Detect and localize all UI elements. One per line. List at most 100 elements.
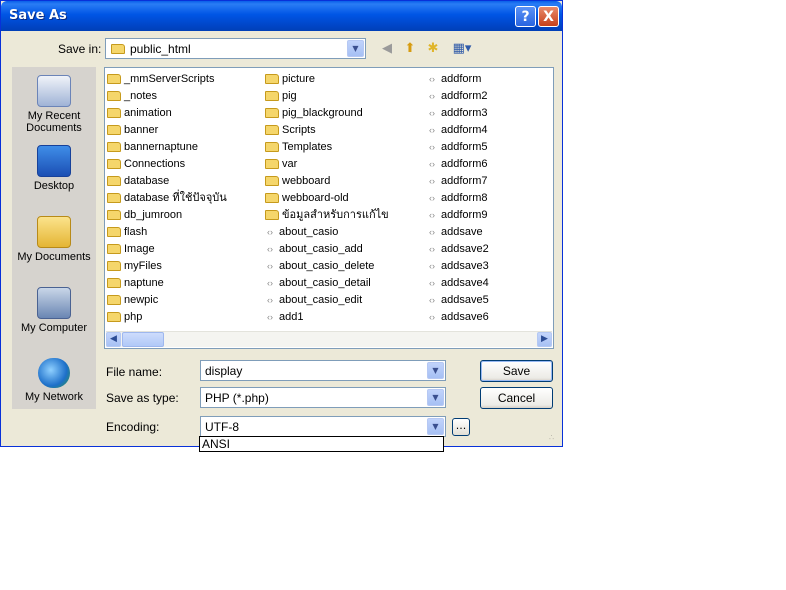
php-file-icon: ‹› (267, 312, 273, 322)
folder-item[interactable]: webboard (265, 173, 330, 189)
file-item[interactable]: ‹› addform9 (427, 207, 487, 223)
file-list[interactable]: _mmServerScripts _notes animation banner ban… (104, 67, 554, 349)
folder-item[interactable]: banner (107, 122, 158, 138)
my-computer-icon (37, 287, 71, 319)
folder-item[interactable]: pig_blackground (265, 105, 363, 121)
php-file-icon: ‹› (267, 295, 273, 305)
save-as-type-select[interactable]: PHP (*.php) ▼ (200, 387, 446, 408)
php-file-icon: ‹› (429, 74, 435, 84)
php-file-icon: ‹› (429, 210, 435, 220)
php-file-icon: ‹› (429, 176, 435, 186)
scrollbar-thumb[interactable] (122, 332, 164, 347)
folder-item[interactable]: animation (107, 105, 172, 121)
file-name-input[interactable]: display ▼ (200, 360, 446, 381)
scroll-right-icon[interactable]: ▶ (537, 332, 552, 347)
folder-item[interactable]: Connections (107, 156, 185, 172)
folder-item[interactable]: picture (265, 71, 315, 87)
place-my-recent-documents[interactable]: My Recent Documents (12, 75, 96, 134)
file-item[interactable]: ‹› addsave5 (427, 292, 489, 308)
my-documents-icon (37, 216, 71, 248)
folder-item[interactable]: db_jumroon (107, 207, 182, 223)
file-item[interactable]: ‹› about_casio_edit (265, 292, 362, 308)
php-file-icon: ‹› (429, 227, 435, 237)
folder-icon (107, 227, 121, 238)
file-item[interactable]: ‹› about_casio_detail (265, 275, 371, 291)
file-item[interactable]: ‹› addsave6 (427, 309, 489, 325)
folder-item[interactable]: php (107, 309, 142, 325)
file-item[interactable]: ‹› addform7 (427, 173, 487, 189)
save-button[interactable]: Save (480, 360, 553, 382)
encoding-options-button[interactable]: ... (452, 418, 470, 436)
file-item[interactable]: ‹› addform5 (427, 139, 487, 155)
encoding-value: UTF-8 (205, 420, 239, 434)
file-item[interactable]: ‹› about_casio (265, 224, 338, 240)
php-file-icon: ‹› (429, 108, 435, 118)
folder-item[interactable]: ข้อมูลสำหรับการแก้ไข (265, 207, 389, 223)
folder-icon (107, 125, 121, 136)
folder-item[interactable]: _notes (107, 88, 157, 104)
resize-grip-icon[interactable]: ∴ (549, 433, 559, 443)
folder-item[interactable]: var (265, 156, 297, 172)
chevron-down-icon[interactable]: ▼ (427, 362, 444, 379)
views-menu-icon[interactable]: ▦▾ (450, 41, 474, 57)
folder-item[interactable]: webboard-old (265, 190, 349, 206)
close-button[interactable]: X (538, 6, 559, 27)
scroll-left-icon[interactable]: ◀ (106, 332, 121, 347)
place-label: My Network (24, 391, 84, 403)
file-item[interactable]: ‹› addsave4 (427, 275, 489, 291)
folder-item[interactable]: bannernaptune (107, 139, 198, 155)
place-my-computer[interactable]: My Computer (12, 287, 96, 334)
file-item[interactable]: ‹› add1 (265, 309, 303, 325)
encoding-dropdown-option-ansi[interactable]: ANSI (199, 436, 444, 452)
file-item[interactable]: ‹› addform3 (427, 105, 487, 121)
folder-icon (107, 193, 121, 204)
new-folder-icon[interactable]: ✱ (425, 41, 441, 57)
folder-item[interactable]: naptune (107, 275, 164, 291)
file-name-value: display (205, 364, 243, 378)
encoding-select[interactable]: UTF-8 ▼ (200, 416, 446, 437)
file-item[interactable]: ‹› addsave2 (427, 241, 489, 257)
file-name: addform6 (441, 158, 488, 170)
help-button[interactable]: ? (515, 6, 536, 27)
file-item[interactable]: ‹› addform6 (427, 156, 487, 172)
file-item[interactable]: ‹› addsave3 (427, 258, 489, 274)
folder-item[interactable]: Scripts (265, 122, 316, 138)
folder-item[interactable]: _mmServerScripts (107, 71, 214, 87)
file-item[interactable]: ‹› about_casio_delete (265, 258, 374, 274)
back-icon[interactable]: ◀ (379, 41, 395, 57)
php-file-icon: ‹› (267, 227, 273, 237)
file-name: Connections (124, 158, 186, 170)
php-file-icon: ‹› (429, 278, 435, 288)
folder-icon (107, 74, 121, 85)
folder-item[interactable]: Templates (265, 139, 332, 155)
folder-item[interactable]: Image (107, 241, 155, 257)
file-item[interactable]: ‹› addsave (427, 224, 483, 240)
save-in-combo[interactable]: public_html ▼ (105, 38, 366, 59)
folder-icon (107, 176, 121, 187)
title-bar[interactable]: Save As ? X (1, 1, 562, 31)
php-file-icon: ‹› (267, 261, 273, 271)
place-desktop[interactable]: Desktop (12, 145, 96, 192)
file-item[interactable]: ‹› addform2 (427, 88, 487, 104)
horizontal-scrollbar[interactable]: ◀ ▶ (106, 331, 552, 347)
folder-item[interactable]: database ที่ใช้ปัจจุบัน (107, 190, 227, 206)
chevron-down-icon[interactable]: ▼ (427, 418, 444, 435)
file-name: Scripts (282, 124, 316, 136)
php-file-icon: ‹› (429, 159, 435, 169)
folder-item[interactable]: pig (265, 88, 297, 104)
folder-item[interactable]: myFiles (107, 258, 162, 274)
place-my-network[interactable]: My Network (12, 358, 96, 403)
place-my-documents[interactable]: My Documents (12, 216, 96, 263)
folder-item[interactable]: flash (107, 224, 147, 240)
file-item[interactable]: ‹› addform4 (427, 122, 487, 138)
folder-icon (265, 91, 279, 102)
up-folder-icon[interactable]: ⬆ (402, 41, 418, 57)
file-item[interactable]: ‹› addform (427, 71, 481, 87)
file-item[interactable]: ‹› about_casio_add (265, 241, 363, 257)
folder-item[interactable]: database (107, 173, 169, 189)
folder-item[interactable]: newpic (107, 292, 158, 308)
chevron-down-icon[interactable]: ▼ (347, 40, 364, 57)
cancel-button[interactable]: Cancel (480, 387, 553, 409)
chevron-down-icon[interactable]: ▼ (427, 389, 444, 406)
file-item[interactable]: ‹› addform8 (427, 190, 487, 206)
